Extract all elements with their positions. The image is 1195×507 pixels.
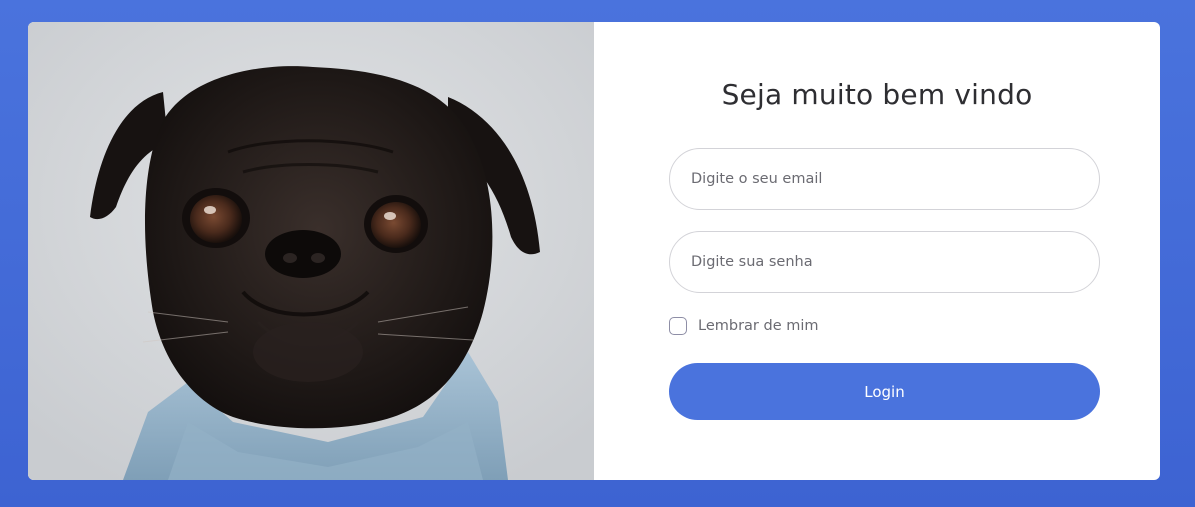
pug-photo bbox=[28, 22, 594, 480]
welcome-title: Seja muito bem vindo bbox=[721, 78, 1033, 111]
remember-me[interactable]: Lembrar de mim bbox=[669, 317, 819, 335]
email-input[interactable] bbox=[669, 148, 1100, 210]
password-input[interactable] bbox=[669, 231, 1100, 293]
login-card: Seja muito bem vindo Lembrar de mim Logi… bbox=[28, 22, 1160, 480]
login-form: Seja muito bem vindo Lembrar de mim Logi… bbox=[594, 22, 1160, 480]
login-button[interactable]: Login bbox=[669, 363, 1100, 420]
remember-checkbox[interactable] bbox=[669, 317, 687, 335]
remember-label[interactable]: Lembrar de mim bbox=[698, 318, 819, 334]
